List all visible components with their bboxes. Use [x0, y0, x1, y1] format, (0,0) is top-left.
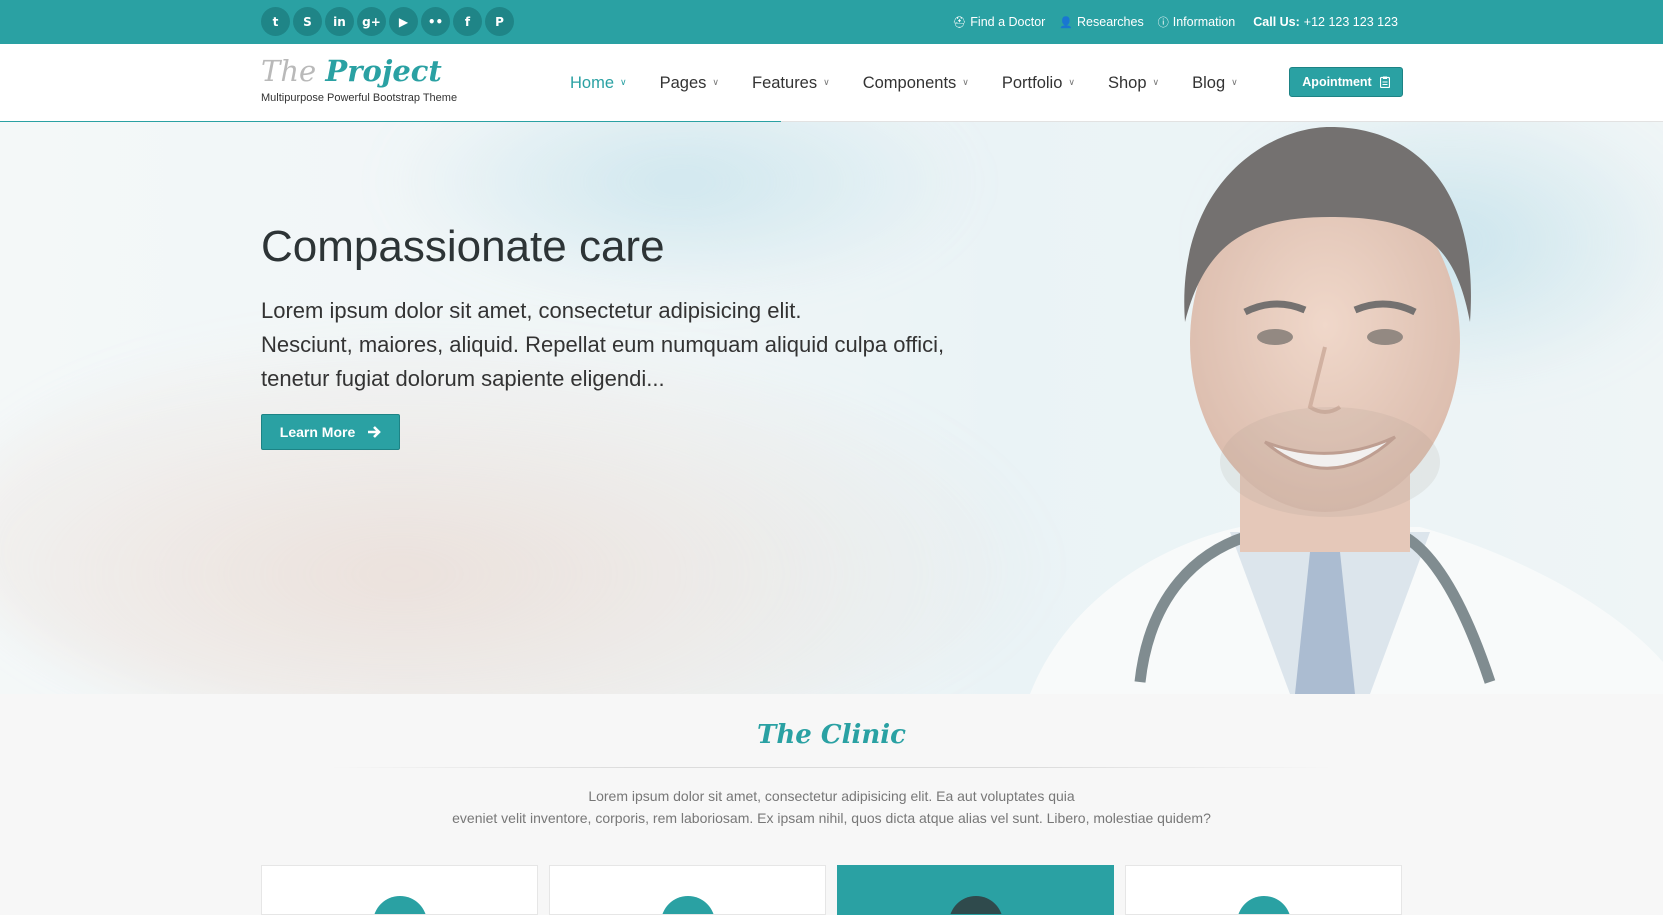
linkedin-icon[interactable]: in	[325, 7, 354, 36]
call-us: Call Us: +12 123 123 123	[1253, 15, 1398, 29]
feature-icon-circle	[949, 896, 1003, 914]
chevron-down-icon: ∨	[1068, 78, 1075, 88]
hero-overlay	[0, 122, 1663, 694]
clipboard-icon	[1379, 76, 1390, 88]
logo-tagline: Multipurpose Powerful Bootstrap Theme	[261, 92, 458, 104]
find-doctor-link[interactable]: ⛑ Find a Doctor	[952, 15, 1045, 29]
top-bar: t S in g+ ▶ •• f P ⛑ Find a Doctor 👤 Res…	[0, 0, 1663, 44]
chevron-down-icon: ∨	[962, 78, 969, 88]
chevron-down-icon: ∨	[823, 78, 830, 88]
feature-icon-circle	[373, 896, 427, 914]
hero-description: Lorem ipsum dolor sit amet, consectetur …	[261, 298, 945, 391]
chevron-down-icon: ∨	[1231, 78, 1238, 88]
nav-item-components[interactable]: Components ∨	[863, 74, 969, 93]
user-doctor-icon: ⛑	[952, 15, 967, 29]
learn-more-button[interactable]: Learn More	[261, 414, 400, 450]
clinic-section-title: The Clinic	[757, 720, 906, 750]
call-us-label: Call Us:	[1253, 15, 1300, 29]
appointment-button[interactable]: Apointment	[1289, 67, 1403, 97]
top-links: ⛑ Find a Doctor 👤 Researches ⓘ Informati…	[952, 0, 1398, 44]
nav-item-shop[interactable]: Shop ∨	[1108, 74, 1159, 93]
main-nav: Home ∨ Pages ∨ Features ∨ Components ∨ Portf…	[570, 44, 1271, 122]
twitter-icon[interactable]: t	[261, 7, 290, 36]
arrow-right-icon	[368, 426, 382, 438]
hero-title: Compassionate care	[261, 222, 665, 271]
nav-item-home[interactable]: Home ∨	[570, 74, 627, 93]
nav-item-blog[interactable]: Blog ∨	[1192, 74, 1238, 93]
user-icon: 👤	[1059, 15, 1074, 29]
feature-icon-circle	[1237, 896, 1291, 914]
researches-link[interactable]: 👤 Researches	[1059, 15, 1143, 29]
call-us-number: +12 123 123 123	[1303, 15, 1398, 29]
youtube-icon[interactable]: ▶	[389, 7, 418, 36]
section-divider	[330, 767, 1333, 768]
logo[interactable]: The Project Multipurpose Powerful Bootst…	[261, 53, 457, 104]
nav-item-portfolio[interactable]: Portfolio ∨	[1002, 74, 1075, 93]
chevron-down-icon: ∨	[620, 78, 627, 88]
nav-item-pages[interactable]: Pages ∨	[660, 74, 719, 93]
chevron-down-icon: ∨	[1152, 78, 1160, 88]
flickr-icon[interactable]: ••	[421, 7, 450, 36]
social-links: t S in g+ ▶ •• f P	[261, 7, 514, 36]
nav-item-features[interactable]: Features ∨	[752, 74, 830, 93]
facebook-icon[interactable]: f	[453, 7, 482, 36]
main-header: The Project Multipurpose Powerful Bootst…	[0, 44, 1663, 122]
chevron-down-icon: ∨	[712, 78, 719, 88]
logo-wordmark: The Project	[261, 54, 442, 88]
skype-icon[interactable]: S	[293, 7, 322, 36]
info-icon: ⓘ	[1157, 16, 1169, 29]
googleplus-icon[interactable]: g+	[357, 7, 386, 36]
hero-slider: Compassionate care Lorem ipsum dolor sit…	[0, 122, 1663, 694]
information-link[interactable]: ⓘ Information	[1158, 14, 1236, 30]
clinic-description: Lorem ipsum dolor sit amet, consectetur …	[452, 788, 1211, 826]
pinterest-icon[interactable]: P	[485, 7, 514, 36]
feature-icon-circle	[661, 896, 715, 914]
